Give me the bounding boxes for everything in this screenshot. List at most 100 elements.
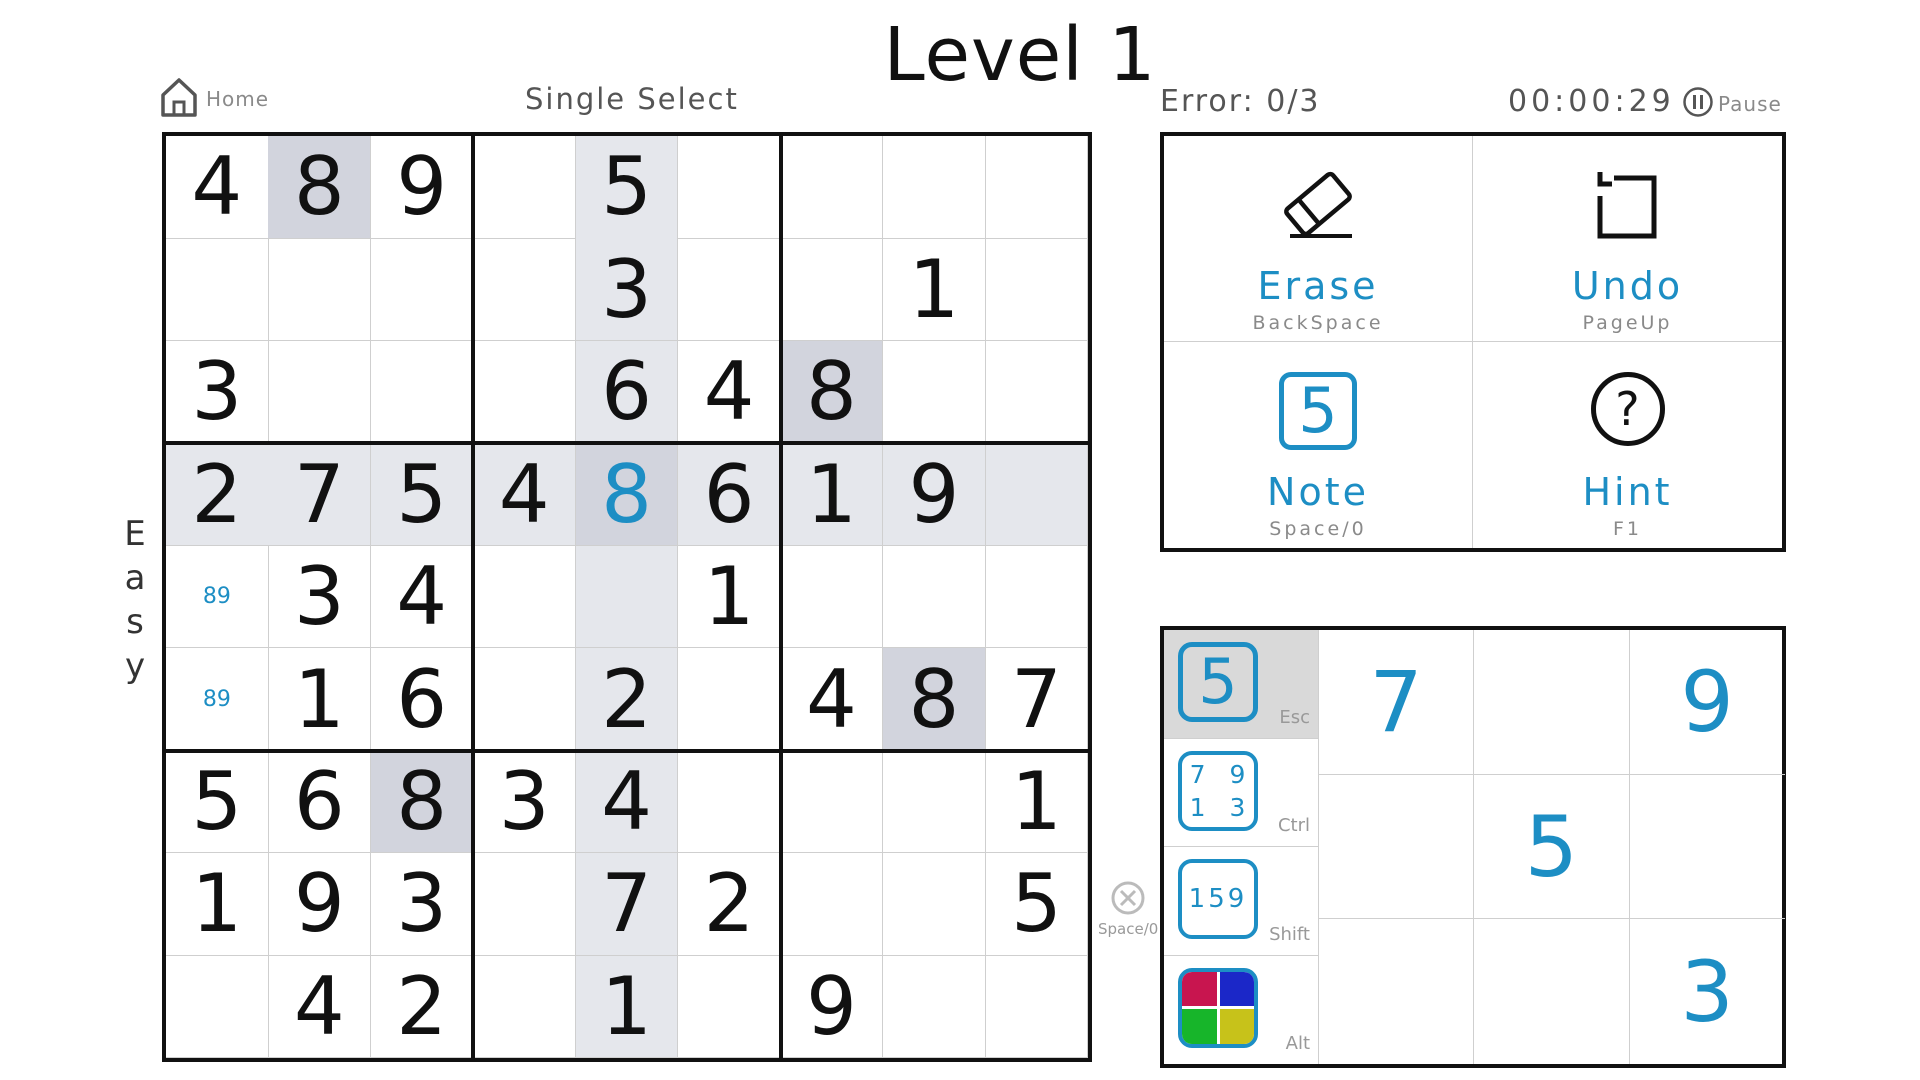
- sudoku-cell[interactable]: [985, 136, 1089, 239]
- note-button[interactable]: 5 Note Space/0: [1164, 342, 1473, 548]
- sudoku-cell[interactable]: 4: [678, 340, 781, 444]
- sudoku-cell[interactable]: 4: [780, 648, 884, 751]
- sudoku-cell[interactable]: 2: [575, 648, 679, 751]
- sudoku-cell[interactable]: [985, 955, 1089, 1059]
- single-number-mode-button[interactable]: 5 Esc: [1164, 630, 1319, 739]
- home-button[interactable]: Home: [160, 76, 269, 122]
- sudoku-cell[interactable]: [268, 238, 372, 342]
- sudoku-cell[interactable]: 7: [985, 648, 1089, 751]
- sudoku-cell[interactable]: [678, 136, 781, 239]
- number-pad-key[interactable]: [1319, 774, 1475, 920]
- sudoku-cell[interactable]: [780, 853, 884, 956]
- sudoku-cell[interactable]: [780, 136, 884, 239]
- sudoku-cell[interactable]: 6: [268, 750, 372, 854]
- sudoku-cell[interactable]: 7: [575, 853, 679, 956]
- sudoku-cell[interactable]: 1: [780, 443, 884, 547]
- sudoku-cell[interactable]: 8: [883, 648, 986, 751]
- sudoku-cell[interactable]: 2: [166, 443, 269, 547]
- sudoku-cell[interactable]: 2: [370, 955, 474, 1059]
- sudoku-cell[interactable]: [575, 545, 679, 649]
- clear-cell-button[interactable]: Space/0: [1098, 880, 1158, 938]
- sudoku-cell[interactable]: 4: [268, 955, 372, 1059]
- pause-button[interactable]: Pause: [1682, 86, 1782, 122]
- number-pad-key[interactable]: 7: [1319, 630, 1475, 775]
- sudoku-cell[interactable]: 8: [370, 750, 474, 854]
- number-pad-key[interactable]: [1629, 775, 1785, 920]
- number-pad-key[interactable]: [1474, 919, 1630, 1065]
- sudoku-cell[interactable]: [473, 955, 577, 1059]
- sudoku-cell[interactable]: 3: [575, 238, 679, 342]
- sudoku-cell[interactable]: [370, 238, 474, 342]
- sudoku-cell[interactable]: 1: [985, 750, 1089, 854]
- sudoku-cell[interactable]: [883, 545, 986, 649]
- sudoku-cell[interactable]: 3: [370, 853, 474, 956]
- sudoku-cell[interactable]: [985, 340, 1089, 444]
- sudoku-cell[interactable]: 1: [268, 648, 372, 751]
- sudoku-cell[interactable]: [370, 340, 474, 444]
- sudoku-cell[interactable]: [678, 750, 781, 854]
- sudoku-cell[interactable]: [473, 648, 577, 751]
- sudoku-cell[interactable]: 6: [575, 340, 679, 444]
- sudoku-cell[interactable]: 4: [473, 443, 577, 547]
- sudoku-cell[interactable]: [678, 238, 781, 342]
- number-pad-key[interactable]: [1474, 630, 1630, 775]
- sudoku-cell[interactable]: 3: [166, 340, 269, 444]
- number-pad-key[interactable]: 3: [1630, 919, 1785, 1064]
- sudoku-cell[interactable]: 3: [473, 750, 577, 854]
- selection-mode-toggle[interactable]: Single Select: [525, 82, 739, 116]
- sudoku-cell[interactable]: [883, 955, 986, 1059]
- sudoku-cell[interactable]: [985, 238, 1089, 342]
- sudoku-cell[interactable]: 1: [575, 955, 679, 1059]
- sudoku-cell[interactable]: 8: [268, 136, 372, 239]
- sudoku-cell[interactable]: [883, 853, 986, 956]
- sudoku-cell[interactable]: 3: [268, 545, 372, 649]
- sudoku-cell[interactable]: 7: [268, 443, 372, 547]
- sudoku-cell[interactable]: [883, 750, 986, 854]
- number-pad-key[interactable]: [1319, 919, 1475, 1065]
- sudoku-cell[interactable]: 5: [166, 750, 269, 854]
- corner-notes-mode-button[interactable]: 7 9 1 3 Ctrl: [1164, 738, 1319, 847]
- undo-button[interactable]: Undo PageUp: [1473, 136, 1782, 342]
- sudoku-cell[interactable]: 1: [883, 238, 986, 342]
- sudoku-cell[interactable]: 9: [268, 853, 372, 956]
- sudoku-cell[interactable]: [166, 238, 269, 342]
- sudoku-cell[interactable]: [678, 955, 781, 1059]
- sudoku-cell[interactable]: 4: [166, 136, 269, 239]
- hint-button[interactable]: ? Hint F1: [1473, 342, 1782, 548]
- sudoku-cell[interactable]: 1: [166, 853, 269, 956]
- sudoku-cell[interactable]: [473, 340, 577, 444]
- sudoku-cell[interactable]: 8: [780, 340, 884, 444]
- sudoku-cell[interactable]: 4: [575, 750, 679, 854]
- sudoku-cell[interactable]: [678, 648, 781, 751]
- sudoku-cell[interactable]: 5: [985, 853, 1089, 956]
- sudoku-cell[interactable]: 5: [370, 443, 474, 547]
- sudoku-cell[interactable]: 2: [678, 853, 781, 956]
- sudoku-cell[interactable]: 1: [678, 545, 781, 649]
- sudoku-cell[interactable]: [473, 136, 577, 239]
- sudoku-cell[interactable]: [268, 340, 372, 444]
- sudoku-cell[interactable]: [985, 443, 1089, 547]
- number-pad-key[interactable]: 9: [1629, 630, 1785, 775]
- sudoku-cell[interactable]: [780, 545, 884, 649]
- sudoku-cell-notes[interactable]: 89: [166, 648, 269, 751]
- sudoku-cell[interactable]: 8: [575, 443, 679, 547]
- sudoku-cell[interactable]: 9: [370, 136, 474, 239]
- sudoku-cell[interactable]: 6: [678, 443, 781, 547]
- number-pad-key[interactable]: 5: [1474, 774, 1630, 920]
- sudoku-cell[interactable]: [473, 853, 577, 956]
- sudoku-cell-notes[interactable]: 89: [166, 545, 269, 649]
- sudoku-cell[interactable]: [883, 136, 986, 239]
- center-notes-mode-button[interactable]: 159 Shift: [1164, 847, 1319, 956]
- sudoku-cell[interactable]: 5: [575, 136, 679, 239]
- color-mode-button[interactable]: Alt: [1164, 955, 1319, 1064]
- sudoku-cell[interactable]: 9: [780, 955, 884, 1059]
- sudoku-cell[interactable]: [883, 340, 986, 444]
- sudoku-cell[interactable]: [473, 238, 577, 342]
- sudoku-cell[interactable]: [780, 750, 884, 854]
- erase-button[interactable]: Erase BackSpace: [1164, 136, 1473, 342]
- sudoku-cell[interactable]: 4: [370, 545, 474, 649]
- sudoku-cell[interactable]: [166, 955, 269, 1059]
- sudoku-cell[interactable]: 9: [883, 443, 986, 547]
- sudoku-cell[interactable]: [780, 238, 884, 342]
- sudoku-cell[interactable]: [473, 545, 577, 649]
